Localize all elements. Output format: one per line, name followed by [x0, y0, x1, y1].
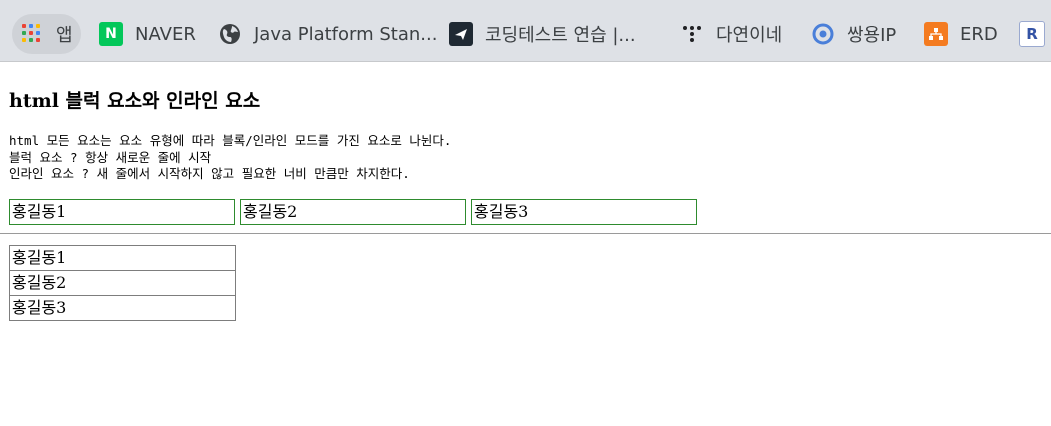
- inline-item: 홍길동2: [240, 199, 466, 225]
- erd-icon: [924, 22, 948, 46]
- block-item: 홍길동2: [9, 270, 236, 296]
- globe-icon: [218, 22, 242, 46]
- bookmark-ssangyong-ip[interactable]: 쌍용IP: [811, 14, 896, 54]
- bookmark-label: 앱: [56, 25, 73, 46]
- block-item: 홍길동1: [9, 245, 236, 271]
- bookmark-r[interactable]: R: [1019, 14, 1051, 54]
- inline-item: 홍길동1: [9, 199, 235, 225]
- desc-line: 인라인 요소 ? 새 줄에서 시작하지 않고 필요한 너비 만큼만 차지한다.: [9, 166, 410, 181]
- inline-item: 홍길동3: [471, 199, 697, 225]
- bookmark-label: 쌍용IP: [847, 25, 897, 46]
- bookmark-erd[interactable]: ERD: [924, 14, 998, 54]
- dots-logo-icon: [680, 22, 704, 46]
- desc-line: 블럭 요소 ? 항상 새로운 줄에 시작: [9, 149, 212, 165]
- programmers-icon: [449, 22, 473, 46]
- horizontal-rule: [0, 233, 1051, 234]
- bookmark-label: NAVER: [135, 23, 196, 45]
- bookmark-label: 코딩테스트 연습 |...: [485, 25, 636, 46]
- bookmark-naver[interactable]: N NAVER: [99, 14, 196, 54]
- r-logo-icon: R: [1019, 21, 1045, 47]
- bookmark-java-platform[interactable]: Java Platform Stan...: [218, 14, 437, 54]
- circle-arrow-icon: [811, 22, 835, 46]
- bookmark-dayeonine[interactable]: 다연이네: [680, 14, 782, 54]
- bookmark-label: ERD: [960, 23, 998, 45]
- bookmarks-bar: 앱 N NAVER Java Platform Stan... 코딩테스트 연습…: [0, 0, 1051, 62]
- bookmark-apps[interactable]: 앱: [12, 14, 81, 54]
- apps-grid-icon: [20, 22, 44, 46]
- description: html 모든 요소는 요소 유형에 따라 블록/인라인 모드를 가진 요소로 …: [9, 133, 451, 183]
- bookmark-label: 다연이네: [716, 25, 783, 46]
- block-elements-list: 홍길동1 홍길동2 홍길동3: [9, 245, 236, 321]
- block-item: 홍길동3: [9, 295, 236, 321]
- page-heading: html 블럭 요소와 인라인 요소: [9, 90, 261, 112]
- desc-line: html 모든 요소는 요소 유형에 따라 블록/인라인 모드를 가진 요소로 …: [9, 133, 452, 148]
- bookmark-coding-test[interactable]: 코딩테스트 연습 |...: [449, 14, 636, 54]
- naver-icon: N: [99, 22, 123, 46]
- bookmark-label: Java Platform Stan...: [254, 23, 438, 45]
